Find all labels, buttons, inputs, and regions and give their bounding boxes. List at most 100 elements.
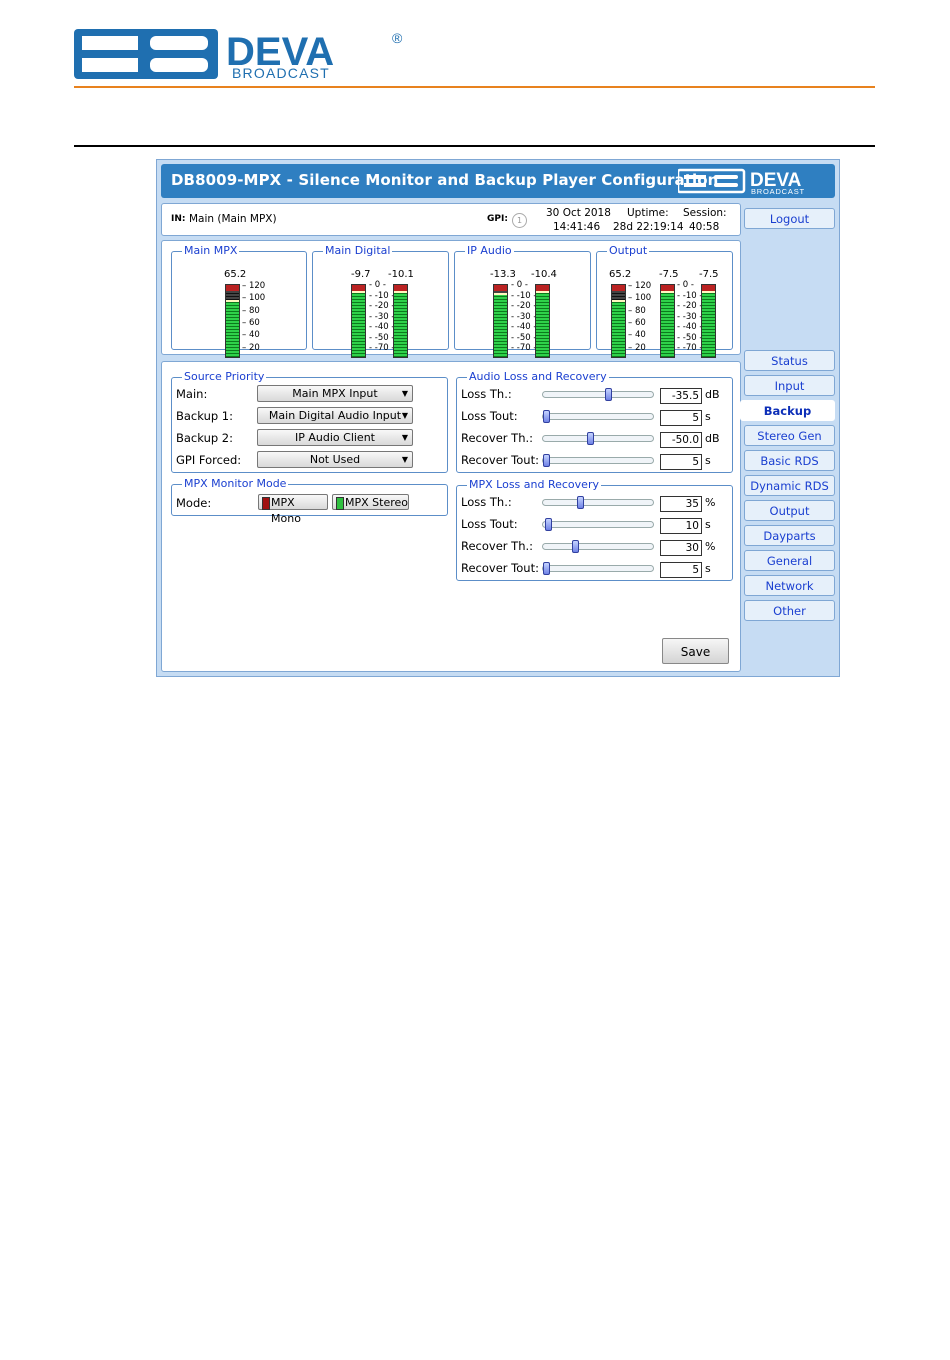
sidebar-item-status[interactable]: Status <box>744 350 835 371</box>
backup1-source-select[interactable]: Main Digital Audio Input ▼ <box>257 407 413 424</box>
date-text: 30 Oct 2018 <box>546 207 611 219</box>
meter-group-output: Output 65.2 -7.5 -7.5 – 120 – 100– 80– 60… <box>596 244 733 358</box>
threshold-slider[interactable] <box>542 410 654 423</box>
scale-tick: - -30 - <box>511 311 537 322</box>
mono-indicator-icon <box>262 497 270 510</box>
value-input[interactable]: -35.5 <box>660 388 702 404</box>
scale-tick: – 60 <box>242 317 260 328</box>
scale-tick: – 80 <box>242 305 260 316</box>
meter-group-main-digital: Main Digital -9.7 -10.1 - 0 -- -10 -- -2… <box>312 244 449 358</box>
dropdown-arrow-icon: ▼ <box>401 433 408 442</box>
value-input[interactable]: 30 <box>660 540 702 556</box>
value-input[interactable]: 5 <box>660 410 702 426</box>
meter-title: Main MPX <box>182 244 240 257</box>
unit-label: % <box>705 540 716 553</box>
scale-tick: – 100 <box>628 293 652 304</box>
sidebar-item-dayparts[interactable]: Dayparts <box>744 525 835 546</box>
value-input[interactable]: 35 <box>660 496 702 512</box>
mode-label: Mode: <box>176 496 212 510</box>
scale-tick: - -70 - <box>369 343 395 354</box>
threshold-label: Recover Th.: <box>461 431 534 445</box>
mpx-mono-button[interactable]: MPX Mono <box>258 494 328 525</box>
meter-value: 65.2 <box>224 269 247 280</box>
meter-scale: - 0 -- -10 -- -20 -- -30 -- -40 -- -50 -… <box>369 280 394 354</box>
meter-group-ip-audio: IP Audio -13.3 -10.4 - 0 -- -10 -- -20 -… <box>454 244 591 358</box>
threshold-label: Recover Tout: <box>461 453 539 467</box>
mpx-stereo-button[interactable]: MPX Stereo <box>332 494 409 510</box>
meter-group-main-mpx: Main MPX 65.2 – 120 – 100– 80– 60 – 40– 20 <box>171 244 307 358</box>
title-logo: DEVA BROADCAST <box>676 167 832 196</box>
slider-thumb[interactable] <box>604 388 612 401</box>
scale-tick: - -20 - <box>511 301 537 312</box>
scale-tick: - 0 - <box>369 280 386 290</box>
threshold-slider[interactable] <box>542 432 654 445</box>
session-label: Session: <box>683 207 727 219</box>
sidebar-item-input[interactable]: Input <box>744 375 835 396</box>
value-input[interactable]: 5 <box>660 562 702 578</box>
value-input[interactable]: 5 <box>660 454 702 470</box>
sidebar-item-basic-rds[interactable]: Basic RDS <box>744 450 835 471</box>
threshold-slider[interactable] <box>542 562 654 575</box>
sidebar-item-stereo-gen[interactable]: Stereo Gen <box>744 425 835 446</box>
sidebar-item-network[interactable]: Network <box>744 575 835 596</box>
level-bar <box>535 284 550 358</box>
threshold-label: Recover Tout: <box>461 561 539 575</box>
sidebar-item-general[interactable]: General <box>744 550 835 571</box>
threshold-slider[interactable] <box>542 540 654 553</box>
orange-divider <box>74 86 875 88</box>
level-bar <box>225 284 240 358</box>
backup2-source-select[interactable]: IP Audio Client ▼ <box>257 429 413 446</box>
meter-value: -10.4 <box>531 269 557 280</box>
main-source-select[interactable]: Main MPX Input ▼ <box>257 385 413 402</box>
slider-thumb[interactable] <box>571 540 579 553</box>
scale-tick: – 20 <box>242 342 260 353</box>
scale-tick: - -50 - <box>511 332 537 343</box>
source-priority-group: Source Priority Main: Main MPX Input ▼ Ba… <box>171 370 448 473</box>
value-input[interactable]: 10 <box>660 518 702 534</box>
backup2-label: Backup 2: <box>176 431 234 445</box>
audio-loss-group: Audio Loss and Recovery Loss Th.: -35.5 dB… <box>456 370 733 473</box>
scale-tick: – 40 <box>628 330 646 341</box>
save-button[interactable]: Save <box>662 638 729 664</box>
slider-thumb[interactable] <box>576 496 584 509</box>
value-input[interactable]: -50.0 <box>660 432 702 448</box>
sidebar-item-other[interactable]: Other <box>744 600 835 621</box>
meter-title: Output <box>607 244 650 257</box>
slider-thumb[interactable] <box>543 562 550 575</box>
slider-thumb[interactable] <box>543 454 550 467</box>
slider-thumb[interactable] <box>545 518 553 531</box>
level-bar <box>611 284 626 358</box>
threshold-slider[interactable] <box>542 454 654 467</box>
meter-value: -13.3 <box>490 269 516 280</box>
scale-tick: - -10 - <box>677 290 703 301</box>
scale-tick: – 60 <box>628 317 646 328</box>
scale-tick: - -40 - <box>369 322 395 333</box>
threshold-slider[interactable] <box>542 518 654 531</box>
status-info-bar: IN: Main (Main MPX) GPI: 1 30 Oct 2018 1… <box>161 203 741 236</box>
time-text: 14:41:46 <box>553 221 601 233</box>
unit-label: s <box>705 410 711 423</box>
sidebar-item-backup[interactable]: Backup <box>740 400 835 421</box>
scale-tick: - -40 - <box>511 322 537 333</box>
scale-tick: - 0 - <box>677 280 694 290</box>
sidebar-item-dynamic-rds[interactable]: Dynamic RDS <box>744 475 835 496</box>
scale-tick: - -30 - <box>369 311 395 322</box>
level-bar <box>351 284 366 358</box>
main-label: Main: <box>176 387 208 401</box>
mpx-monitor-mode-title: MPX Monitor Mode <box>182 477 289 490</box>
scale-tick: – 120 <box>628 281 652 291</box>
gpi-forced-select[interactable]: Not Used ▼ <box>257 451 413 468</box>
sidebar-item-output[interactable]: Output <box>744 500 835 521</box>
scale-tick: – 40 <box>242 330 260 341</box>
threshold-slider[interactable] <box>542 496 654 509</box>
slider-thumb[interactable] <box>543 410 550 423</box>
threshold-slider[interactable] <box>542 388 654 401</box>
meter-value: 65.2 <box>609 269 632 280</box>
threshold-label: Loss Tout: <box>461 517 518 531</box>
logout-button[interactable]: Logout <box>744 208 835 229</box>
source-priority-title: Source Priority <box>182 370 267 383</box>
slider-thumb[interactable] <box>587 432 595 445</box>
mpx-monitor-mode-group: MPX Monitor Mode Mode: MPX Mono MPX Ster… <box>171 477 448 525</box>
scale-tick: - -50 - <box>677 332 703 343</box>
scale-tick: - -40 - <box>677 322 703 333</box>
